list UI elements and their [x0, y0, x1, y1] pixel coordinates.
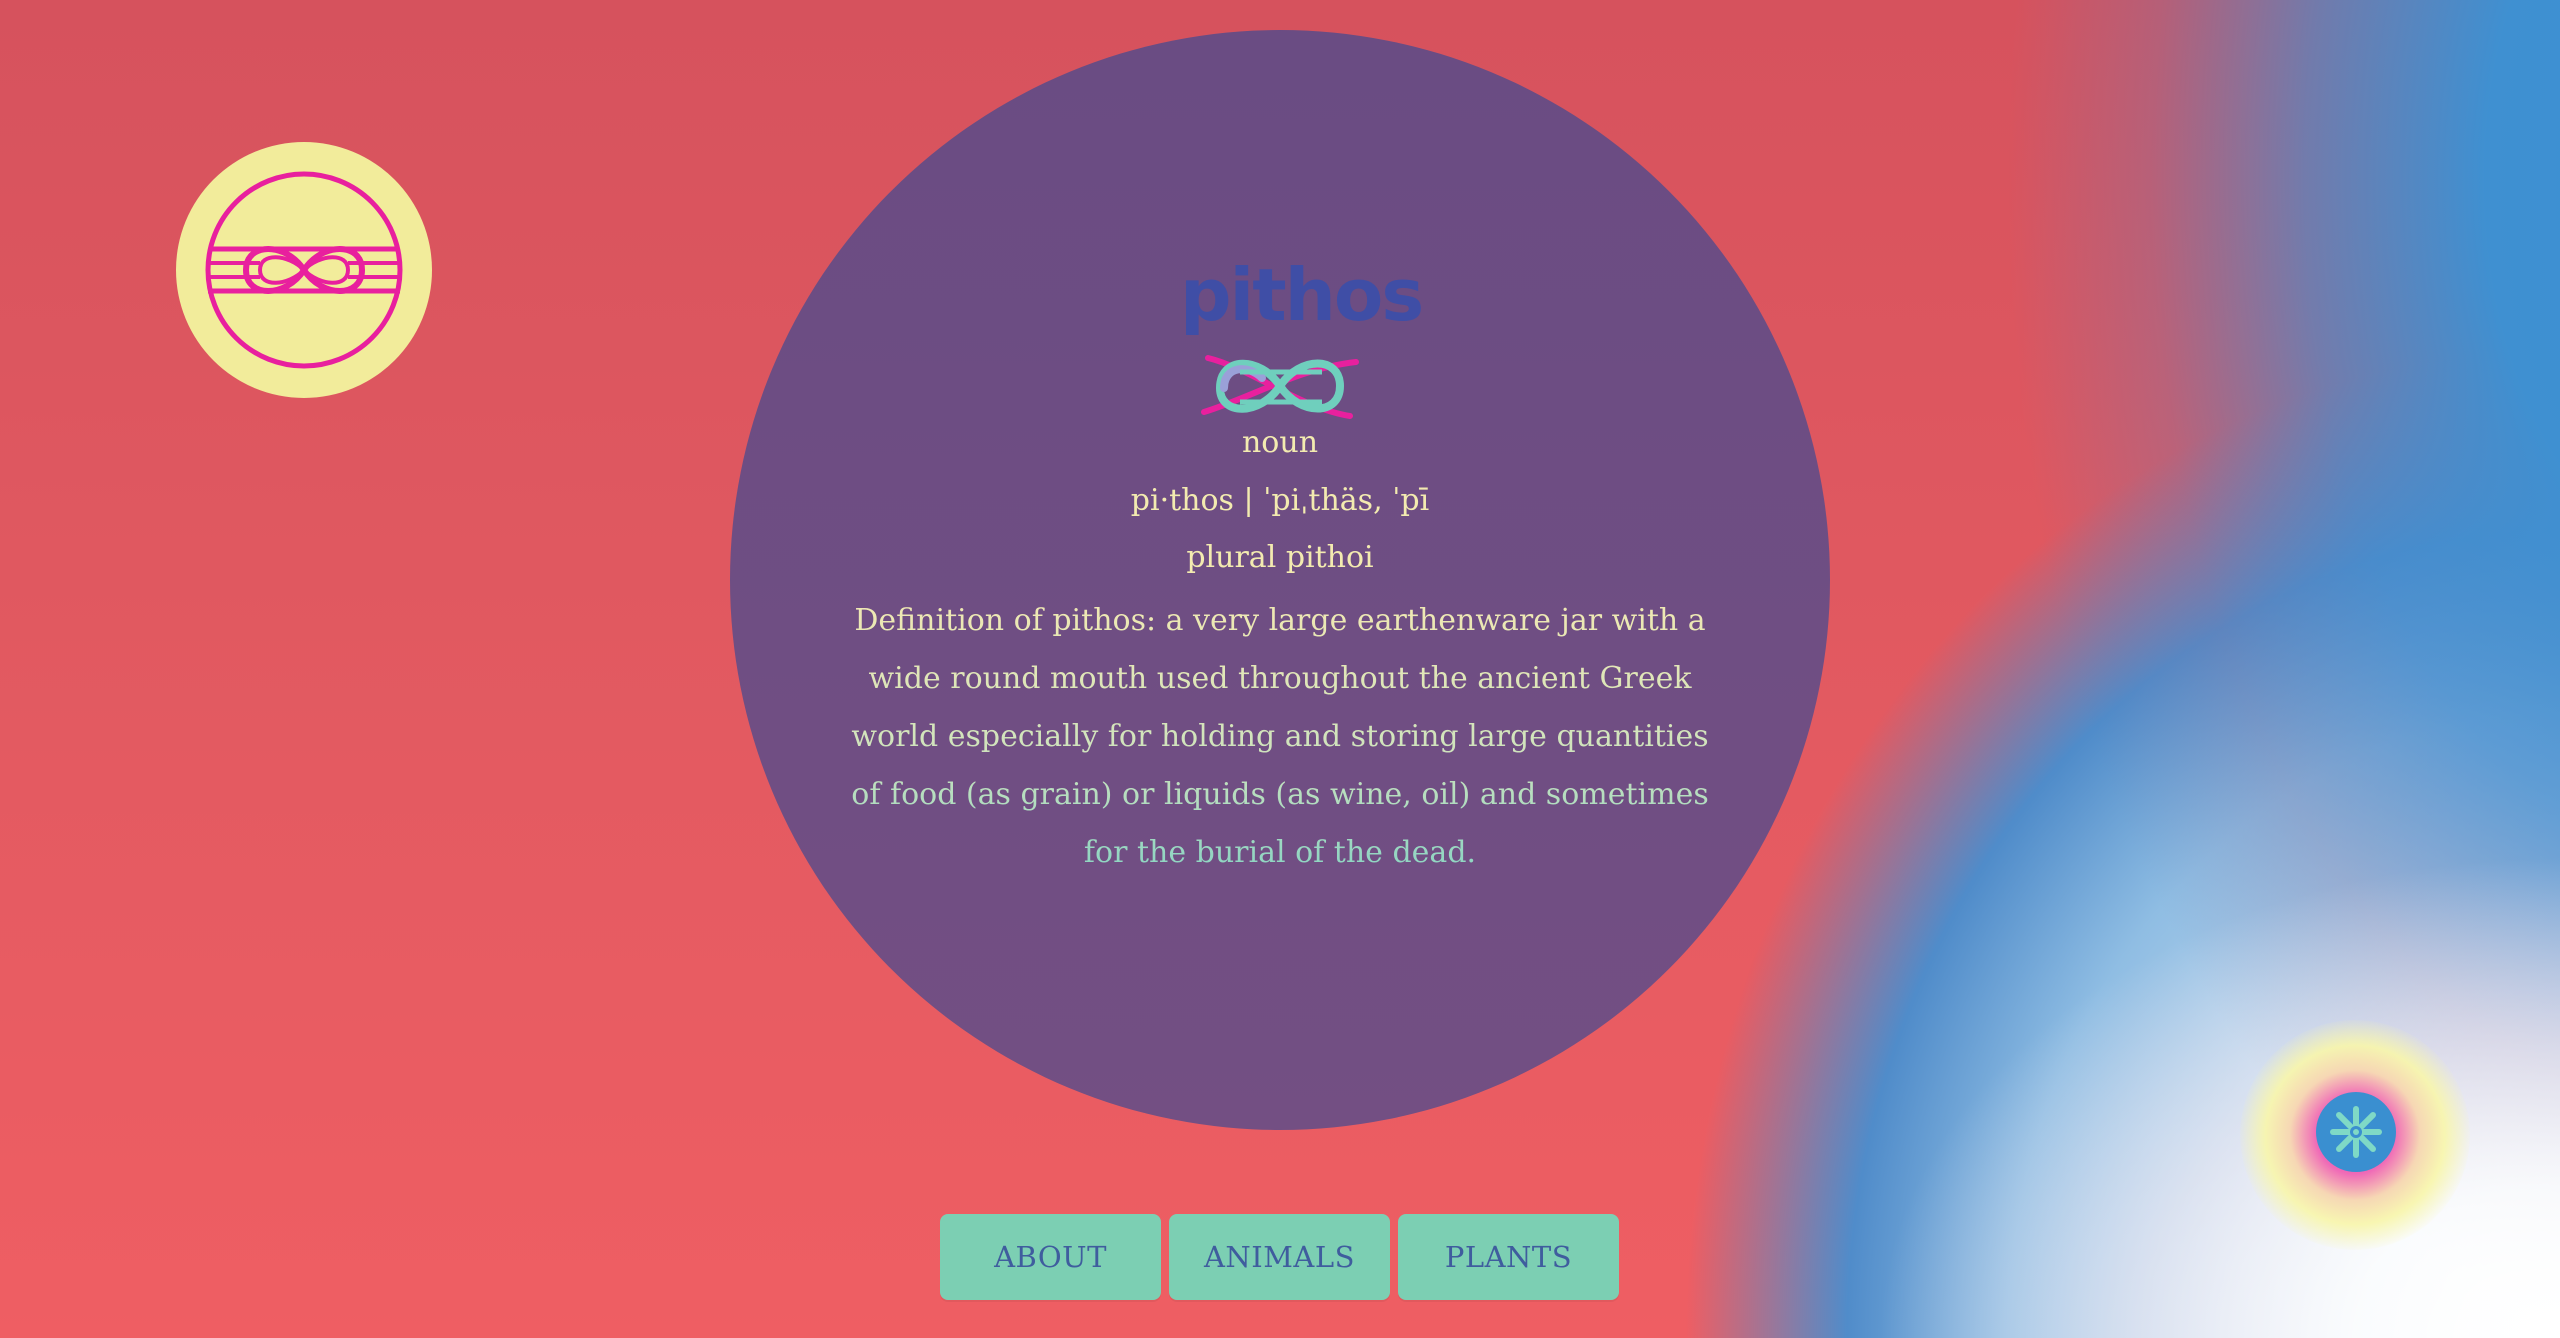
pronunciation: pi·thos | ˈpiˌthäs, ˈpī	[1130, 483, 1430, 518]
part-of-speech: noun	[1241, 425, 1319, 460]
main-nav: ABOUT ANIMALS PLANTS	[940, 1214, 1619, 1300]
plural-form: plural pithoi	[1186, 540, 1374, 575]
knot-icon	[205, 171, 403, 369]
definition-disc: pithos noun pi·thos | ˈpiˌthäs, ˈpī plur…	[730, 30, 1830, 1130]
flower-icon	[2330, 1106, 2382, 1158]
wordmark-text: pithos	[1180, 253, 1424, 337]
plants-button[interactable]: PLANTS	[1398, 1214, 1619, 1300]
pithos-wordmark[interactable]: pithos	[1180, 250, 1424, 440]
flower-button[interactable]	[2316, 1092, 2396, 1172]
definition-text: Definition of pithos: a very large earth…	[840, 592, 1720, 882]
animals-button[interactable]: ANIMALS	[1169, 1214, 1390, 1300]
about-button[interactable]: ABOUT	[940, 1214, 1161, 1300]
logo-badge[interactable]	[176, 142, 432, 398]
